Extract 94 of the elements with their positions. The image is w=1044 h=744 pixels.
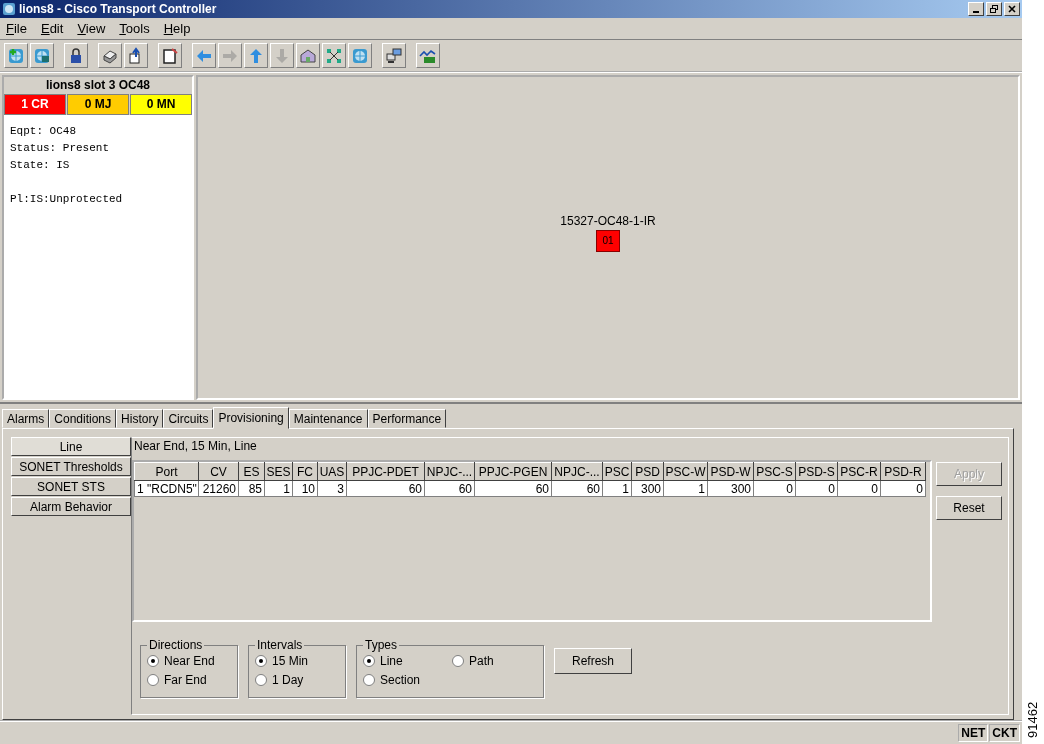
column-header[interactable]: SES <box>264 462 293 481</box>
menu-item[interactable]: View <box>77 20 106 36</box>
option-label: Far End <box>164 673 207 688</box>
side-tab[interactable]: SONET Thresholds <box>11 457 131 477</box>
column-header[interactable]: PSC-R <box>837 462 881 481</box>
globe-icon[interactable] <box>348 43 372 69</box>
column-header[interactable]: PSC <box>602 462 632 481</box>
action-button[interactable]: Reset <box>936 496 1002 521</box>
arrow-left-icon[interactable] <box>192 43 216 69</box>
radio-button[interactable] <box>363 674 375 687</box>
menu-item[interactable]: Help <box>163 20 191 36</box>
option-label: 1 Day <box>272 673 304 688</box>
side-tab[interactable]: SONET STS <box>11 477 131 497</box>
alarm-count: 0 MJ <box>67 94 129 116</box>
card-info-line: Eqpt: OC48 <box>10 124 77 140</box>
card-info-line: Pl:IS:Unprotected <box>10 192 124 208</box>
computers-icon[interactable] <box>382 43 406 69</box>
tab[interactable]: History <box>116 409 164 429</box>
radio-option[interactable]: Path <box>452 654 537 669</box>
arrow-up-icon[interactable] <box>244 43 268 69</box>
status-indicator[interactable]: NET <box>958 724 989 743</box>
option-label: Section <box>380 673 421 688</box>
column-header[interactable]: PSD <box>631 462 664 481</box>
option-label: Line <box>380 654 403 669</box>
globe-icon <box>2 1 16 16</box>
option-label: Path <box>469 654 494 669</box>
radio-button[interactable] <box>147 655 159 668</box>
column-header[interactable]: PSC-S <box>753 462 796 481</box>
alarm-count: 1 CR <box>4 94 66 116</box>
close-icon[interactable] <box>1008 4 1016 13</box>
close-button[interactable] <box>1004 1 1020 16</box>
tab[interactable]: Circuits <box>163 409 214 429</box>
radio-button[interactable] <box>255 655 267 668</box>
globe-plus-icon[interactable] <box>4 43 28 69</box>
alarm-count: 0 MN <box>130 94 192 116</box>
radio-option[interactable]: Far End <box>147 673 231 688</box>
minimize-button[interactable] <box>968 1 984 16</box>
column-header[interactable]: NPJC-... <box>424 462 475 481</box>
window-title: lions8 - Cisco Transport Controller <box>19 1 218 16</box>
house-icon[interactable] <box>296 43 320 69</box>
radio-option[interactable]: 1 Day <box>255 673 339 688</box>
card-info-line: Status: Present <box>10 141 111 157</box>
tab[interactable]: Alarms <box>2 409 50 429</box>
globe-card-icon[interactable] <box>30 43 54 69</box>
card-label: 15327-OC48-1-IR <box>560 213 656 228</box>
tab[interactable]: Provisioning <box>213 407 289 430</box>
menu-item[interactable]: File <box>6 20 27 36</box>
radio-option[interactable]: 15 Min <box>255 654 339 669</box>
menu-item[interactable]: Tools <box>119 20 150 36</box>
printer-icon[interactable] <box>98 43 122 69</box>
radio-option[interactable]: Section <box>363 673 447 688</box>
radio-button[interactable] <box>147 674 159 687</box>
tab[interactable]: Conditions <box>49 409 117 429</box>
card-title: lions8 slot 3 OC48 <box>4 77 192 95</box>
column-header[interactable]: NPJC-... <box>551 462 603 481</box>
export-icon[interactable] <box>124 43 148 69</box>
refresh-button[interactable]: Refresh <box>554 648 632 675</box>
lock-icon[interactable] <box>64 43 88 69</box>
side-tab[interactable]: Line <box>11 437 131 457</box>
column-header[interactable]: PSD-W <box>707 462 754 481</box>
group-title: Types <box>364 638 398 653</box>
radio-button[interactable] <box>255 674 267 687</box>
figure-number: 91462 <box>1025 701 1040 738</box>
option-label: Near End <box>164 654 215 669</box>
option-label: 15 Min <box>272 654 309 669</box>
column-header[interactable]: PSD-R <box>880 462 926 481</box>
column-header[interactable]: PSC-W <box>663 462 708 481</box>
group-title: Intervals <box>256 638 304 653</box>
column-header[interactable]: PPJC-PGEN <box>474 462 552 481</box>
column-header[interactable]: FC <box>292 462 318 481</box>
radio-button[interactable] <box>452 655 464 668</box>
network-icon[interactable] <box>322 43 346 69</box>
menu-item[interactable]: Edit <box>40 20 64 36</box>
column-header[interactable]: UAS <box>317 462 347 481</box>
tab[interactable]: Maintenance <box>288 409 368 429</box>
radio-button[interactable] <box>363 655 375 668</box>
column-header[interactable]: PPJC-PDET <box>346 462 425 481</box>
status-indicator[interactable]: CKT <box>989 724 1020 743</box>
column-header[interactable]: ES <box>238 462 265 481</box>
group-title: Directions <box>148 638 204 653</box>
notepad-icon[interactable] <box>158 43 182 69</box>
port-card[interactable]: 01 <box>596 229 620 252</box>
chart-icon[interactable] <box>416 43 440 69</box>
side-tab[interactable]: Alarm Behavior <box>11 497 131 517</box>
tab[interactable]: Performance <box>367 409 447 429</box>
card-info-line: State: IS <box>10 158 71 174</box>
column-header[interactable]: PSD-S <box>795 462 838 481</box>
column-header[interactable]: CV <box>198 462 239 481</box>
restore-button[interactable] <box>986 1 1002 16</box>
radio-option[interactable]: Near End <box>147 654 231 669</box>
radio-option[interactable]: Line <box>363 654 447 669</box>
restore-icon[interactable] <box>990 4 998 13</box>
column-header[interactable]: Port <box>134 462 199 481</box>
view-caption: Near End, 15 Min, Line <box>133 438 258 456</box>
